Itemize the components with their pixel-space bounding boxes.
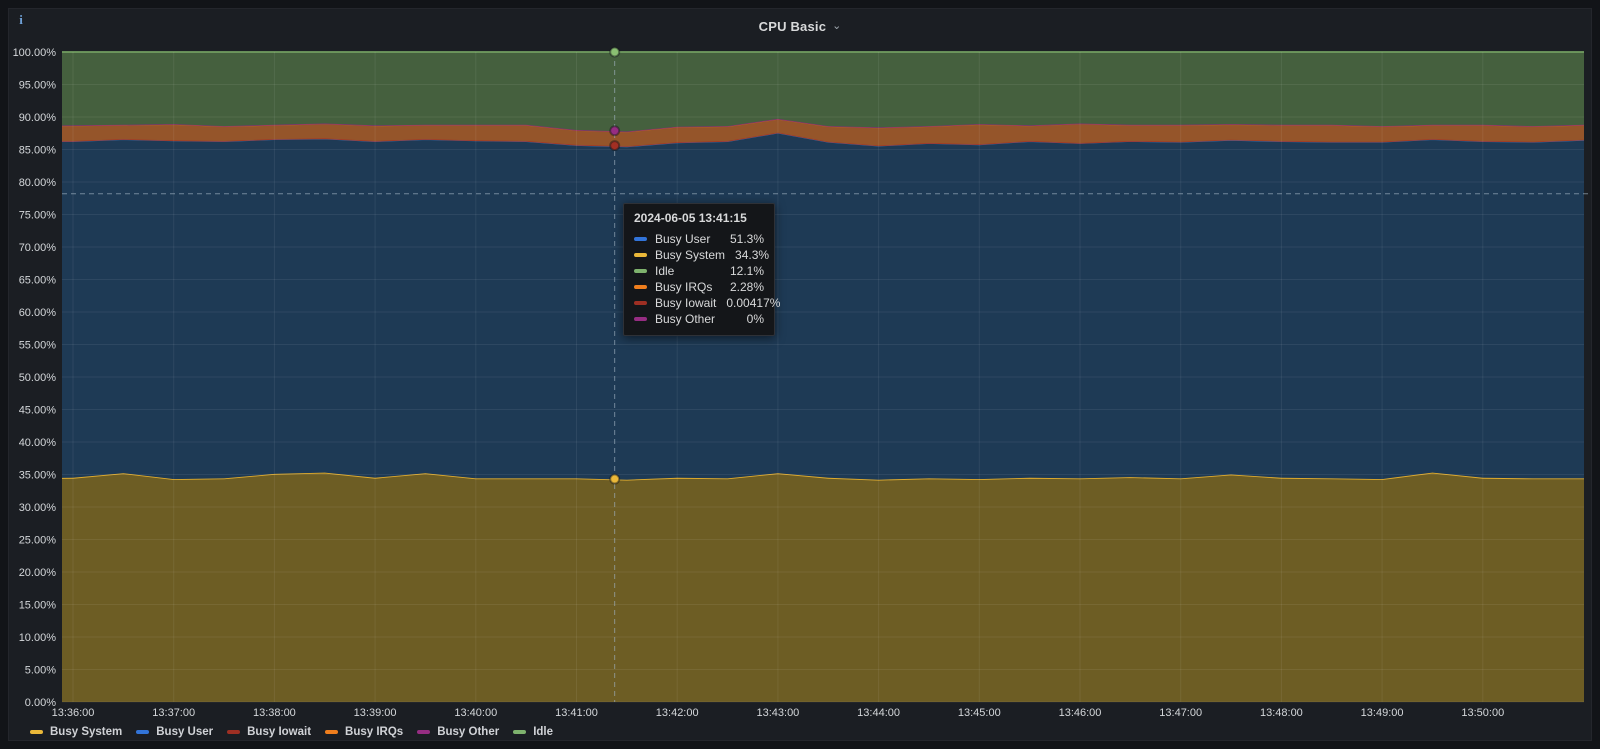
series-value: 51.3% [729, 232, 764, 246]
y-axis-label: 5.00% [25, 665, 56, 677]
legend-label: Busy Other [437, 726, 500, 738]
series-color-swatch [634, 317, 647, 321]
y-axis-label: 30.00% [19, 502, 57, 514]
legend-label: Busy IRQs [345, 726, 404, 738]
series-color-swatch [634, 237, 647, 241]
y-axis-label: 75.00% [19, 210, 57, 222]
y-axis-label: 95.00% [19, 80, 57, 92]
x-axis-label: 13:39:00 [354, 707, 397, 719]
x-axis-label: 13:44:00 [857, 707, 900, 719]
tooltip-row-busy-system: Busy System 34.3% [634, 247, 769, 263]
area-idle [62, 52, 1584, 132]
y-axis-label: 60.00% [19, 307, 57, 319]
y-axis-label: 15.00% [19, 600, 57, 612]
tooltip-row-busy-other: Busy Other 0% [634, 311, 764, 327]
y-axis-label: 90.00% [19, 112, 57, 124]
y-axis-label: 50.00% [19, 372, 57, 384]
y-axis-label: 20.00% [19, 567, 57, 579]
legend-label: Busy System [50, 726, 123, 738]
y-axis-label: 100.00% [13, 47, 57, 59]
y-axis-label: 70.00% [19, 242, 57, 254]
area-busy-user [62, 132, 1584, 480]
legend-color-swatch [227, 730, 241, 734]
series-value: 0.00417% [726, 296, 781, 310]
series-name: Busy IRQs [655, 280, 713, 294]
x-axis-label: 13:48:00 [1260, 707, 1303, 719]
x-axis-label: 13:37:00 [152, 707, 195, 719]
x-axis-label: 13:49:00 [1361, 707, 1404, 719]
x-axis-label: 13:50:00 [1461, 707, 1504, 719]
legend-label: Busy Iowait [247, 726, 312, 738]
x-axis-label: 13:40:00 [454, 707, 497, 719]
series-name: Busy User [655, 232, 711, 246]
x-axis-label: 13:36:00 [52, 707, 95, 719]
tooltip-timestamp: 2024-06-05 13:41:15 [634, 211, 747, 225]
legend-color-swatch [30, 730, 43, 734]
legend-item-busy-user[interactable]: Busy User [136, 726, 213, 738]
legend-label: Idle [533, 726, 554, 738]
y-axis-label: 85.00% [19, 145, 57, 157]
legend-color-swatch [325, 730, 339, 734]
series-color-swatch [634, 301, 647, 305]
x-axis-label: 13:41:00 [555, 707, 598, 719]
hover-marker-busy-system [609, 473, 621, 485]
legend-item-busy-other[interactable]: Busy Other [417, 726, 499, 738]
legend-color-swatch [136, 730, 150, 734]
x-axis-label: 13:38:00 [253, 707, 296, 719]
series-value: 0% [746, 312, 764, 326]
grafana-dashboard: i CPU Basic ⌄ 0.00% 5.00% 10.00% 15.00% 20.0… [0, 0, 1600, 749]
hover-marker-busy-iowait [609, 140, 621, 152]
hover-marker-idle [609, 46, 621, 58]
series-name: Busy System [655, 248, 726, 262]
x-axis-label: 13:45:00 [958, 707, 1001, 719]
legend-color-swatch [513, 730, 527, 734]
y-axis-label: 65.00% [19, 275, 57, 287]
series-name: Busy Other [655, 312, 716, 326]
legend-item-busy-system[interactable]: Busy System [30, 726, 122, 738]
hover-marker-busy-other [609, 125, 621, 137]
legend-item-busy-iowait[interactable]: Busy Iowait [227, 726, 311, 738]
x-axis-labels: 13:36:00 13:37:00 13:38:00 13:39:00 13:40:00… [52, 707, 1505, 719]
series-value: 2.28% [729, 280, 764, 294]
grid-lines [62, 51, 1584, 703]
y-axis-labels: 0.00%5.00%10.00%15.00%20.00%25.00%30.00%… [13, 47, 57, 709]
series-name: Busy Iowait [655, 296, 717, 310]
legend-label: Busy User [156, 726, 214, 738]
chart-legend: Busy System Busy User Busy Iowait Busy IRQs… [30, 724, 553, 740]
tooltip-row-busy-irqs: Busy IRQs 2.28% [634, 279, 764, 295]
x-axis-label: 13:46:00 [1059, 707, 1102, 719]
y-axis-label: 80.00% [19, 177, 57, 189]
series-value: 12.1% [729, 264, 764, 278]
cpu-stacked-area-chart[interactable]: 0.00%5.00%10.00%15.00%20.00%25.00%30.00%… [0, 0, 1600, 749]
series-color-swatch [634, 253, 647, 257]
tooltip-row-idle: Idle 12.1% [634, 263, 764, 279]
x-axis-label: 13:43:00 [756, 707, 799, 719]
series-color-swatch [634, 269, 647, 273]
series-value: 34.3% [735, 248, 770, 262]
legend-item-busy-irqs[interactable]: Busy IRQs [325, 726, 403, 738]
y-axis-label: 55.00% [19, 340, 57, 352]
legend-color-swatch [417, 730, 431, 734]
x-axis-label: 13:47:00 [1159, 707, 1202, 719]
y-axis-label: 10.00% [19, 632, 57, 644]
chart-tooltip: 2024-06-05 13:41:15 Busy User 51.3% Busy S… [623, 203, 780, 336]
legend-item-idle[interactable]: Idle [513, 726, 553, 738]
tooltip-rows: Busy User 51.3% Busy System 34.3% Idle 12.1% B… [634, 231, 780, 327]
y-axis-label: 35.00% [19, 470, 57, 482]
series-color-swatch [634, 285, 647, 289]
tooltip-row-busy-iowait: Busy Iowait 0.00417% [634, 295, 780, 311]
tooltip-row-busy-user: Busy User 51.3% [634, 231, 764, 247]
y-axis-label: 25.00% [19, 535, 57, 547]
x-axis-label: 13:42:00 [656, 707, 699, 719]
series-name: Idle [655, 264, 675, 278]
y-axis-label: 40.00% [19, 437, 57, 449]
y-axis-label: 45.00% [19, 405, 57, 417]
